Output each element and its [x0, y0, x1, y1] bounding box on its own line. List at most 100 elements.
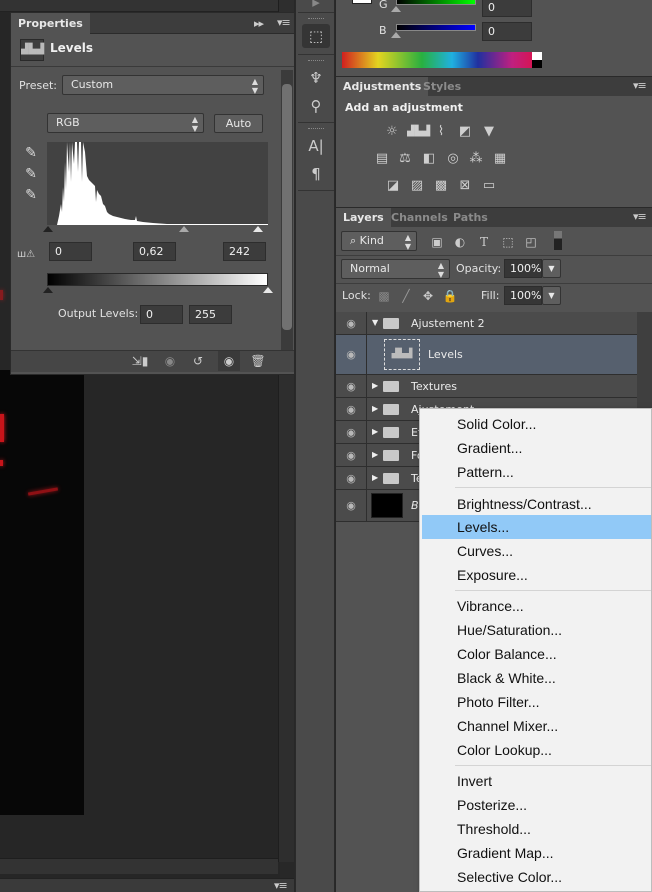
- filter-adjustment-icon[interactable]: ◐: [452, 235, 468, 249]
- exposure-icon[interactable]: ◩: [456, 124, 474, 140]
- output-black-field[interactable]: 0: [140, 305, 183, 324]
- invert-icon[interactable]: ◪: [384, 178, 402, 194]
- character-icon[interactable]: A|: [302, 134, 330, 158]
- levels-icon[interactable]: ▟▙▟: [407, 124, 430, 140]
- gradient-map-icon[interactable]: ▭: [480, 178, 498, 194]
- black-white-icon[interactable]: ◧: [420, 151, 438, 167]
- white-point-eyedropper-icon[interactable]: ✎: [23, 187, 39, 203]
- filter-shape-icon[interactable]: ⬚: [500, 235, 516, 249]
- panel-menu-icon[interactable]: ▾≡: [274, 879, 288, 892]
- channel-b-value[interactable]: 0: [482, 22, 532, 41]
- menu-item-gradient[interactable]: Gradient...: [422, 436, 651, 460]
- menu-item-threshold[interactable]: Threshold...: [422, 817, 651, 841]
- properties-scrollbar[interactable]: [281, 70, 293, 350]
- menu-item-exposure[interactable]: Exposure...: [422, 563, 651, 587]
- collapsed-triangle-icon[interactable]: ▶: [372, 473, 378, 482]
- clipping-warning-icon[interactable]: ш⚠: [17, 249, 35, 260]
- visibility-eye-icon[interactable]: ◉: [336, 335, 367, 374]
- tab-paths[interactable]: Paths: [446, 208, 495, 227]
- delete-icon[interactable]: 🗑: [247, 354, 269, 368]
- brushes-icon[interactable]: ⚲: [302, 94, 330, 118]
- menu-item-gradient-map[interactable]: Gradient Map...: [422, 841, 651, 865]
- brightness-contrast-icon[interactable]: ☼: [383, 124, 401, 140]
- selective-color-icon[interactable]: ⊠: [456, 178, 474, 194]
- input-white-field[interactable]: 242: [223, 242, 266, 261]
- 3d-icon[interactable]: ⬚: [302, 24, 330, 48]
- visibility-eye-icon[interactable]: ◉: [218, 351, 240, 371]
- menu-item-color-balance[interactable]: Color Balance...: [422, 642, 651, 666]
- auto-button[interactable]: Auto: [214, 114, 263, 133]
- input-gamma-field[interactable]: 0,62: [133, 242, 176, 261]
- tab-adjustments[interactable]: Adjustments: [336, 77, 429, 96]
- channel-select[interactable]: RGB ▲ ▼: [47, 113, 204, 133]
- layer-row[interactable]: ◉ ▶ Textures: [336, 375, 637, 398]
- filter-pixel-icon[interactable]: ▣: [429, 235, 445, 249]
- input-gamma-slider[interactable]: [179, 226, 189, 232]
- channel-b-thumb[interactable]: [391, 32, 401, 38]
- black-white-swatch[interactable]: [532, 52, 542, 68]
- visibility-eye-icon[interactable]: ◉: [336, 444, 367, 466]
- photo-filter-icon[interactable]: ◎: [444, 151, 462, 167]
- dock-grip[interactable]: [308, 128, 324, 130]
- visibility-eye-icon[interactable]: ◉: [336, 467, 367, 489]
- input-black-field[interactable]: 0: [49, 242, 92, 261]
- menu-item-selective-color[interactable]: Selective Color...: [422, 865, 651, 889]
- menu-item-channel-mixer[interactable]: Channel Mixer...: [422, 714, 651, 738]
- collapsed-triangle-icon[interactable]: ▶: [372, 404, 378, 413]
- menu-item-black-white[interactable]: Black & White...: [422, 666, 651, 690]
- visibility-eye-icon[interactable]: ◉: [336, 312, 367, 334]
- filter-smart-object-icon[interactable]: ◰: [523, 235, 539, 249]
- posterize-icon[interactable]: ▨: [408, 178, 426, 194]
- tab-layers[interactable]: Layers: [336, 208, 391, 227]
- menu-item-hue-saturation[interactable]: Hue/Saturation...: [422, 618, 651, 642]
- tab-channels[interactable]: Channels: [384, 208, 455, 227]
- menu-item-photo-filter[interactable]: Photo Filter...: [422, 690, 651, 714]
- threshold-icon[interactable]: ▩: [432, 178, 450, 194]
- gray-point-eyedropper-icon[interactable]: ✎: [23, 166, 39, 182]
- color-lookup-icon[interactable]: ▦: [491, 151, 509, 167]
- layer-row[interactable]: ◉ ▟▙▟ Levels: [336, 335, 637, 375]
- tab-styles[interactable]: Styles: [416, 77, 468, 96]
- filter-toggle[interactable]: [554, 231, 562, 250]
- view-previous-state-icon[interactable]: ◉: [159, 354, 181, 368]
- dock-grip[interactable]: [308, 60, 324, 62]
- lock-pixels-brush-icon[interactable]: ╱: [398, 289, 414, 303]
- menu-item-color-lookup[interactable]: Color Lookup...: [422, 738, 651, 762]
- canvas-horizontal-scrollbar[interactable]: [0, 858, 278, 874]
- opacity-field[interactable]: 100%: [504, 259, 542, 278]
- collapsed-triangle-icon[interactable]: ▶: [372, 381, 378, 390]
- collapsed-triangle-icon[interactable]: ▶: [372, 427, 378, 436]
- output-white-slider[interactable]: [263, 287, 273, 293]
- channel-g-value[interactable]: 0: [482, 0, 532, 17]
- document-image[interactable]: [0, 370, 84, 815]
- input-black-slider[interactable]: [43, 226, 53, 232]
- layer-row[interactable]: ◉ ▼ Ajustement 2: [336, 312, 637, 335]
- visibility-eye-icon[interactable]: ◉: [336, 375, 367, 397]
- output-white-field[interactable]: 255: [189, 305, 232, 324]
- panel-menu-icon[interactable]: ▾≡: [633, 210, 647, 223]
- collapsed-triangle-icon[interactable]: ▶: [372, 450, 378, 459]
- menu-item-invert[interactable]: Invert: [422, 769, 651, 793]
- clip-to-layer-icon[interactable]: ⇲▮: [129, 354, 151, 368]
- opacity-dropdown[interactable]: ▼: [542, 259, 561, 278]
- dock-grip[interactable]: [308, 18, 324, 20]
- scrollbar-thumb[interactable]: [282, 84, 292, 330]
- filter-type-icon[interactable]: T: [476, 235, 492, 249]
- visibility-eye-icon[interactable]: ◉: [336, 421, 367, 443]
- vibrance-icon[interactable]: ▤: [373, 151, 391, 167]
- blend-mode-select[interactable]: Normal ▲ ▼: [341, 259, 450, 279]
- lock-transparent-icon[interactable]: ▩: [376, 289, 392, 303]
- panel-menu-icon[interactable]: ▾≡: [633, 79, 647, 92]
- menu-item-solid-color[interactable]: Solid Color...: [422, 412, 651, 436]
- preset-select[interactable]: Custom ▲ ▼: [62, 75, 264, 95]
- curves-icon[interactable]: ⌇: [432, 124, 450, 140]
- brush-presets-icon[interactable]: ♆: [302, 66, 330, 90]
- paragraph-icon[interactable]: ¶: [302, 162, 330, 186]
- lock-all-icon[interactable]: 🔒: [442, 289, 458, 303]
- black-point-eyedropper-icon[interactable]: ✎: [23, 145, 39, 161]
- menu-item-brightness-contrast[interactable]: Brightness/Contrast...: [422, 492, 651, 516]
- input-white-slider[interactable]: [253, 226, 263, 232]
- menu-item-vibrance[interactable]: Vibrance...: [422, 594, 651, 618]
- gradient-triangle-icon[interactable]: ▼: [480, 124, 498, 140]
- tab-properties[interactable]: Properties: [11, 13, 90, 34]
